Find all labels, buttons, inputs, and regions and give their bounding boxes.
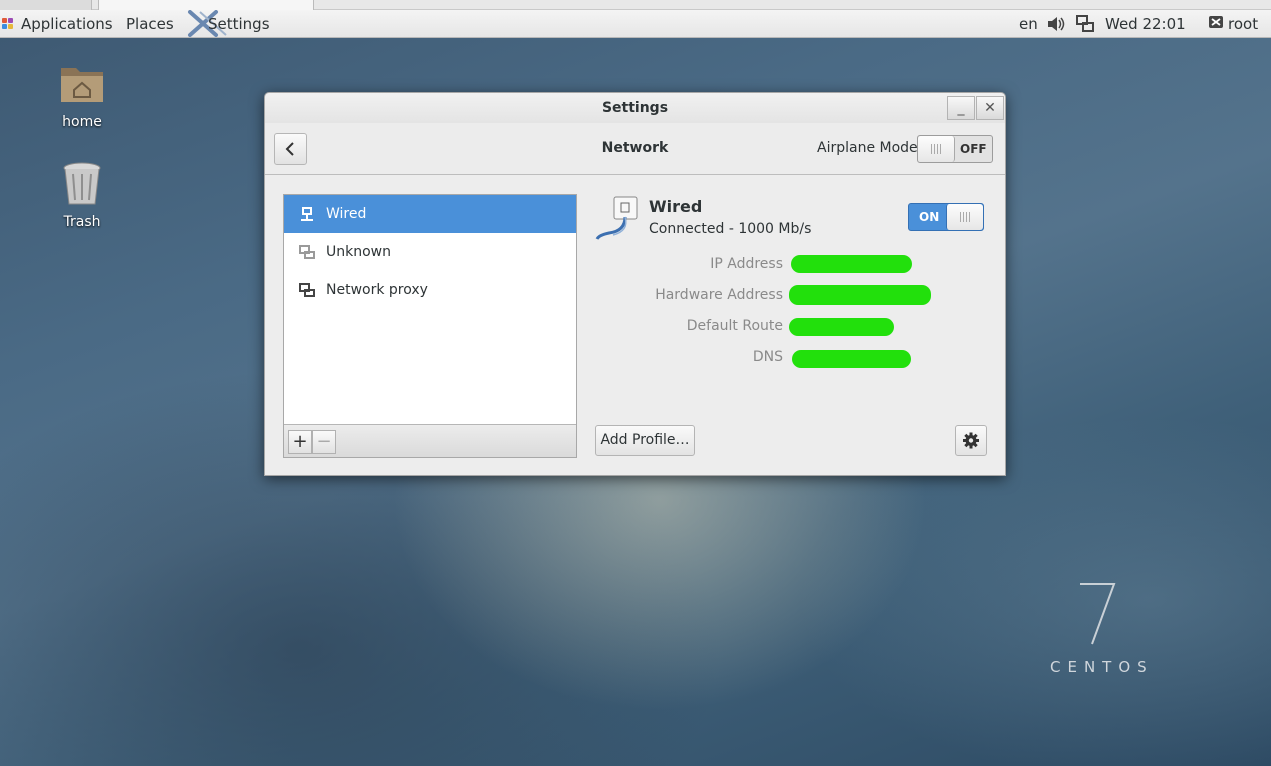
- desktop-home-icon[interactable]: home: [47, 60, 117, 130]
- list-item-label: Network proxy: [326, 282, 428, 298]
- list-item-wired[interactable]: Wired: [284, 195, 576, 233]
- remove-connection-button[interactable]: −: [312, 430, 336, 454]
- user-status-icon[interactable]: [1208, 15, 1224, 31]
- add-connection-button[interactable]: +: [288, 430, 312, 454]
- gear-icon: [963, 432, 979, 449]
- tab-right[interactable]: [98, 0, 314, 10]
- wired-network-icon: [301, 207, 313, 221]
- ip-address-label: IP Address: [710, 256, 783, 272]
- applications-menu-icon: [2, 18, 14, 30]
- network-status-icon[interactable]: [1076, 15, 1094, 33]
- list-item-network-proxy[interactable]: Network proxy: [284, 271, 576, 309]
- top-panel: Applications Places Settings en Wed 22:0…: [0, 10, 1271, 38]
- top-tab-strip: [0, 0, 1271, 10]
- active-app-menu[interactable]: Settings: [208, 15, 270, 33]
- switch-knob: [918, 136, 955, 162]
- switch-knob: [946, 204, 983, 230]
- centos-version-mark: [1080, 583, 1116, 645]
- hardware-address-value-redacted: [789, 285, 931, 305]
- headerbar: Network Airplane Mode OFF: [265, 123, 1005, 175]
- places-menu[interactable]: Places: [126, 15, 174, 33]
- network-proxy-icon: [299, 283, 315, 297]
- device-list: Wired Unknown Network proxy + −: [283, 194, 577, 458]
- settings-window: Settings _ ✕ Network Airplane Mode OFF W…: [264, 92, 1006, 476]
- default-route-label: Default Route: [686, 318, 783, 334]
- dns-label: DNS: [752, 349, 783, 365]
- hardware-address-label: Hardware Address: [655, 287, 783, 303]
- trash-label: Trash: [63, 214, 101, 230]
- desktop-trash-icon[interactable]: Trash: [47, 160, 117, 230]
- wired-switch-state: ON: [919, 210, 940, 224]
- clock[interactable]: Wed 22:01: [1105, 15, 1186, 33]
- language-indicator[interactable]: en: [1019, 15, 1038, 33]
- default-route-value-redacted: [789, 318, 894, 336]
- wired-power-switch[interactable]: ON: [908, 203, 984, 231]
- add-profile-button[interactable]: Add Profile…: [595, 425, 695, 456]
- tab-left[interactable]: [0, 0, 92, 10]
- centos-wordmark: CENTOS: [1050, 658, 1154, 676]
- network-unknown-icon: [299, 245, 315, 259]
- window-title: Settings: [601, 100, 669, 116]
- connection-status: Connected - 1000 Mb/s: [649, 221, 812, 237]
- list-item-unknown[interactable]: Unknown: [284, 233, 576, 271]
- connection-settings-button[interactable]: [955, 425, 987, 456]
- folder-home-icon: [58, 60, 106, 108]
- user-menu[interactable]: root: [1228, 15, 1258, 33]
- airplane-mode-switch[interactable]: OFF: [917, 135, 993, 163]
- connection-title: Wired: [649, 197, 703, 216]
- home-label: home: [62, 114, 102, 130]
- trash-can-icon: [58, 160, 106, 208]
- airplane-switch-state: OFF: [960, 142, 987, 156]
- ip-address-value-redacted: [791, 255, 912, 273]
- window-titlebar[interactable]: Settings: [265, 93, 1005, 123]
- ethernet-cable-icon: [595, 196, 638, 240]
- applications-menu[interactable]: Applications: [21, 15, 113, 33]
- dns-value-redacted: [792, 350, 911, 368]
- minimize-button[interactable]: _: [947, 96, 975, 120]
- list-item-label: Unknown: [326, 244, 391, 260]
- close-button[interactable]: ✕: [976, 96, 1004, 120]
- list-toolbar: + −: [284, 424, 576, 457]
- volume-icon[interactable]: [1047, 16, 1065, 32]
- list-item-label: Wired: [326, 206, 367, 222]
- airplane-mode-label: Airplane Mode: [817, 140, 918, 156]
